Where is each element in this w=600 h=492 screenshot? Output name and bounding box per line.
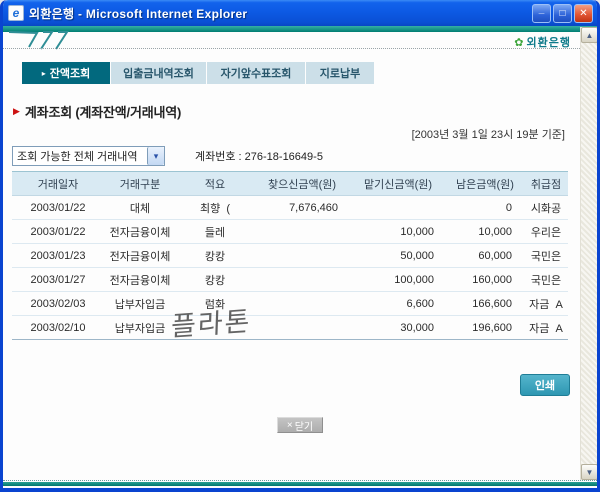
col-header-branch: 취급점 — [524, 172, 568, 196]
transactions-table: 거래일자 거래구분 적요 찾으신금액(원) 맡기신금액(원) 남은금액(원) 취… — [12, 171, 568, 340]
table-cell: 0 — [446, 196, 524, 220]
print-button[interactable]: 인쇄 — [520, 374, 570, 396]
table-cell — [254, 316, 350, 340]
close-page-button[interactable]: × 닫기 — [277, 417, 323, 433]
table-cell: 자금 A — [524, 292, 568, 316]
table-cell: 50,000 — [350, 244, 446, 268]
table-cell: 2003/01/23 — [12, 244, 104, 268]
table-cell: 2003/01/27 — [12, 268, 104, 292]
col-header-type: 거래구분 — [104, 172, 176, 196]
tab-label: 입출금내역조회 — [123, 65, 194, 81]
close-page-label: 닫기 — [295, 418, 313, 433]
handwritten-annotation: 플라톤 — [170, 299, 252, 344]
table-cell — [350, 196, 446, 220]
col-header-deposit: 맡기신금액(원) — [350, 172, 446, 196]
close-x-icon: × — [287, 420, 293, 431]
window-title: 외환은행 - Microsoft Internet Explorer — [29, 5, 532, 22]
table-cell: 국민은 — [524, 244, 568, 268]
page-title: 계좌조회 (계좌잔액/거래내역) — [25, 102, 181, 121]
bank-flower-icon: ✿ — [514, 36, 523, 49]
maximize-button[interactable]: □ — [553, 4, 572, 23]
table-cell: 2003/01/22 — [12, 196, 104, 220]
table-row: 2003/02/03납부자입금럼화6,600166,600자금 A — [12, 292, 568, 316]
footer-divider — [3, 480, 597, 481]
tab-label: 잔액조회 — [50, 65, 90, 81]
table-cell: 60,000 — [446, 244, 524, 268]
table-cell: 납부자입금 — [104, 292, 176, 316]
selected-filter-option: 조회 가능한 전체 거래내역 — [13, 148, 147, 164]
transactions-body: 2003/01/22대체최향 (7,676,4600시화공2003/01/22전… — [12, 196, 568, 340]
close-icon: ✕ — [579, 8, 587, 19]
maximize-icon: □ — [559, 8, 565, 19]
table-header-row: 거래일자 거래구분 적요 찾으신금액(원) 맡기신금액(원) 남은금액(원) 취… — [12, 172, 568, 196]
table-cell: 196,600 — [446, 316, 524, 340]
table-cell: 대체 — [104, 196, 176, 220]
table-cell: 전자금융이체 — [104, 244, 176, 268]
table-cell: 우리은 — [524, 220, 568, 244]
chevron-down-icon[interactable]: ▾ — [147, 147, 164, 165]
tab-cashiers-check-inquiry[interactable]: 자기앞수표조회 — [207, 62, 305, 84]
table-cell: 전자금융이체 — [104, 268, 176, 292]
window-controls: _ □ ✕ — [532, 4, 593, 23]
table-cell: 166,600 — [446, 292, 524, 316]
tab-bar: ▸ 잔액조회 입출금내역조회 자기앞수표조회 지로납부 — [22, 62, 374, 84]
minimize-button[interactable]: _ — [532, 4, 551, 23]
table-row: 2003/01/27전자금융이체캉캉 100,000160,000국민은 — [12, 268, 568, 292]
page-content: ✿ 외환은행 ▸ 잔액조회 입출금내역조회 자기앞수표조회 지로납부 ▶ 계좌조… — [3, 26, 597, 488]
table-cell: 100,000 — [350, 268, 446, 292]
vertical-scrollbar[interactable]: ▲ ▼ — [580, 27, 597, 480]
header-divider — [3, 48, 580, 49]
titlebar[interactable]: e 외환은행 - Microsoft Internet Explorer _ □… — [3, 0, 597, 26]
minimize-icon: _ — [533, 1, 550, 18]
tab-arrow-icon: ▸ — [42, 69, 46, 78]
tab-deposit-withdrawal-history[interactable]: 입출금내역조회 — [111, 62, 206, 84]
table-cell — [254, 292, 350, 316]
tab-label: 자기앞수표조회 — [221, 65, 292, 81]
col-header-withdrawal: 찾으신금액(원) — [254, 172, 350, 196]
browser-window: e 외환은행 - Microsoft Internet Explorer _ □… — [0, 0, 600, 492]
table-cell — [254, 268, 350, 292]
col-header-balance: 남은금액(원) — [446, 172, 524, 196]
tab-giro-payment[interactable]: 지로납부 — [306, 62, 374, 84]
tab-label: 지로납부 — [320, 65, 360, 81]
col-header-memo: 적요 — [176, 172, 254, 196]
table-cell: 캉캉 — [176, 244, 254, 268]
tab-balance-inquiry[interactable]: ▸ 잔액조회 — [22, 62, 110, 84]
table-cell: 7,676,460 — [254, 196, 350, 220]
table-cell: 자금 A — [524, 316, 568, 340]
account-number: 계좌번호 : 276-18-16649-5 — [195, 148, 323, 164]
table-cell: 최향 ( — [176, 196, 254, 220]
table-row: 2003/01/22전자금융이체들레10,00010,000우리은 — [12, 220, 568, 244]
reference-timestamp: [2003년 3월 1일 23시 19분 기준] — [412, 126, 565, 142]
col-header-date: 거래일자 — [12, 172, 104, 196]
table-cell: 들레 — [176, 220, 254, 244]
scroll-up-icon[interactable]: ▲ — [581, 27, 598, 43]
table-row: 2003/01/22대체최향 (7,676,460 0시화공 — [12, 196, 568, 220]
bottom-accent-bar — [3, 482, 597, 486]
table-cell: 10,000 — [350, 220, 446, 244]
table-cell: 160,000 — [446, 268, 524, 292]
table-cell: 6,600 — [350, 292, 446, 316]
table-cell: 시화공 — [524, 196, 568, 220]
internet-explorer-icon: e — [8, 5, 24, 21]
table-cell — [254, 220, 350, 244]
table-cell: 30,000 — [350, 316, 446, 340]
table-cell: 국민은 — [524, 268, 568, 292]
scroll-down-icon[interactable]: ▼ — [581, 464, 598, 480]
table-cell: 10,000 — [446, 220, 524, 244]
table-cell: 전자금융이체 — [104, 220, 176, 244]
table-cell: 캉캉 — [176, 268, 254, 292]
table-cell: 2003/01/22 — [12, 220, 104, 244]
table-row: 2003/02/10납부자입금 30,000196,600자금 A — [12, 316, 568, 340]
section-heading: ▶ 계좌조회 (계좌잔액/거래내역) — [13, 102, 181, 121]
table-cell — [254, 244, 350, 268]
table-cell: 2003/02/03 — [12, 292, 104, 316]
table-cell: 납부자입금 — [104, 316, 176, 340]
table-row: 2003/01/23전자금융이체캉캉 50,00060,000국민은 — [12, 244, 568, 268]
close-window-button[interactable]: ✕ — [574, 4, 593, 23]
section-arrow-icon: ▶ — [13, 106, 20, 117]
filter-row: 조회 가능한 전체 거래내역 ▾ 계좌번호 : 276-18-16649-5 — [12, 146, 323, 166]
table-cell: 2003/02/10 — [12, 316, 104, 340]
transaction-filter-select[interactable]: 조회 가능한 전체 거래내역 ▾ — [12, 146, 165, 166]
